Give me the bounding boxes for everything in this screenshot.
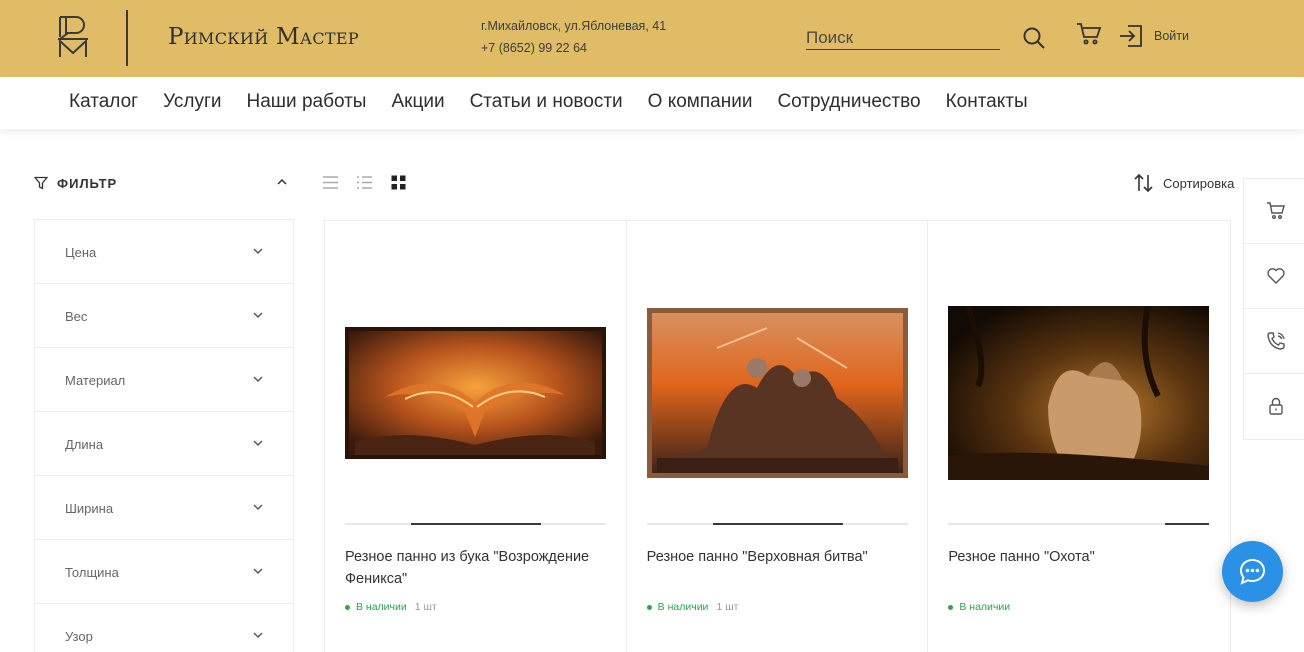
logo-divider [126,10,128,66]
sort-label: Сортировка [1163,175,1235,191]
compact-list-view-button[interactable] [356,174,373,191]
filter-item-width[interactable]: Ширина [35,476,293,540]
filter-title: ФИЛЬТР [57,175,118,191]
compact-list-view-icon [357,176,372,189]
grid-view-icon [391,175,406,190]
chevron-down-icon [253,440,263,446]
main-nav: Каталог Услуги Наши работы Акции Статьи … [0,77,1304,129]
login-button[interactable]: Войти [1118,22,1189,50]
search-input[interactable] [806,26,1000,50]
lock-icon [1269,397,1283,415]
floating-cart-button[interactable] [1244,179,1304,244]
in-stock-dot-icon [646,604,652,610]
site-header: Римский Мастер г.Михайловск, ул.Яблонева… [0,0,1304,77]
search-button[interactable] [1020,25,1048,53]
stock-label: В наличии [959,601,1011,613]
filter-item-label: Толщина [65,565,119,580]
chevron-down-icon [253,312,263,318]
in-stock-dot-icon [948,604,954,610]
chevron-down-icon [253,248,263,254]
search-icon [1023,27,1045,49]
login-icon [1120,25,1142,47]
image-gallery-indicator [345,523,606,525]
hunting-carving-image[interactable] [948,306,1210,480]
brand-name[interactable]: Римский Мастер [168,24,359,50]
filter-item-label: Цена [65,245,97,260]
product-grid: Резное панно из бука "Возрождение Феникс… [324,220,1231,652]
filter-icon [34,176,48,190]
product-title[interactable]: Резное панно из бука "Возрождение Феникс… [345,546,607,590]
product-title[interactable]: Резное панно "Охота" [948,546,1210,568]
stock-quantity: 1 шт [716,601,739,613]
filter-item-thickness[interactable]: Толщина [35,540,293,604]
battle-carving-image[interactable] [646,308,908,478]
list-view-button[interactable] [322,174,339,191]
filter-item-label: Материал [65,373,126,388]
favorites-button[interactable] [1244,244,1304,309]
callback-button[interactable] [1244,309,1304,374]
product-card[interactable]: Резное панно "Верховная битва" В наличии… [627,221,929,652]
stock-status: В наличии 1 шт [646,601,739,613]
view-toggles [322,174,407,191]
nav-item-cooperation[interactable]: Сотрудничество [777,91,920,113]
filter-item-label: Ширина [65,501,114,516]
chevron-down-icon [253,568,263,574]
account-lock-button[interactable] [1244,374,1304,439]
filter-item-label: Вес [65,309,88,324]
product-card[interactable]: Резное панно из бука "Возрождение Феникс… [325,221,627,652]
chevron-down-icon [253,504,263,510]
store-address: г.Михайловск, ул.Яблоневая, 41 [481,19,667,33]
in-stock-dot-icon [345,604,350,610]
stock-label: В наличии [657,601,709,613]
stock-status: В наличии 1 шт [345,601,437,613]
product-card[interactable]: Резное панно "Охота" В наличии [928,221,1230,652]
chat-bubble-icon [1239,558,1266,585]
nav-item-services[interactable]: Услуги [163,91,221,113]
sort-icon [1134,174,1153,192]
nav-item-about[interactable]: О компании [648,91,753,113]
filter-item-label: Узор [65,629,93,644]
stock-label: В наличии [356,601,407,613]
filter-item-pattern[interactable]: Узор [35,604,293,652]
filter-item-weight[interactable]: Вес [35,284,293,348]
filter-header[interactable]: ФИЛЬТР [34,174,294,192]
filter-item-material[interactable]: Материал [35,348,293,412]
nav-item-works[interactable]: Наши работы [247,91,367,113]
stock-status: В наличии [948,601,1018,613]
cart-icon [1077,22,1102,44]
chevron-down-icon [253,376,263,382]
filter-item-length[interactable]: Длина [35,412,293,476]
login-label: Войти [1154,29,1189,43]
cart-icon [1267,202,1285,219]
logo-icon[interactable] [56,15,90,59]
image-gallery-indicator [948,523,1210,525]
phoenix-carving-image[interactable] [345,327,606,459]
chevron-down-icon [253,632,263,638]
cart-button[interactable] [1074,21,1104,49]
heart-icon [1267,268,1285,284]
nav-item-articles[interactable]: Статьи и новости [470,91,623,113]
nav-item-promotions[interactable]: Акции [391,91,444,113]
phone-call-icon [1267,332,1285,350]
grid-view-button[interactable] [390,174,407,191]
image-gallery-indicator [646,523,908,525]
product-title[interactable]: Резное панно "Верховная битва" [647,546,909,568]
filter-list: Цена Вес Материал Длина Ширина Толщина У… [34,219,294,652]
nav-item-catalog[interactable]: Каталог [69,91,138,113]
chevron-up-icon[interactable] [274,174,290,190]
sort-button[interactable]: Сортировка [1134,174,1234,192]
chat-button[interactable] [1222,541,1283,602]
filter-item-price[interactable]: Цена [35,220,293,284]
list-view-icon [323,176,338,189]
stock-quantity: 1 шт [414,601,437,613]
floating-toolbar [1243,178,1304,440]
nav-item-contacts[interactable]: Контакты [946,91,1028,113]
store-phone[interactable]: +7 (8652) 99 22 64 [481,41,587,55]
filter-item-label: Длина [65,437,104,452]
